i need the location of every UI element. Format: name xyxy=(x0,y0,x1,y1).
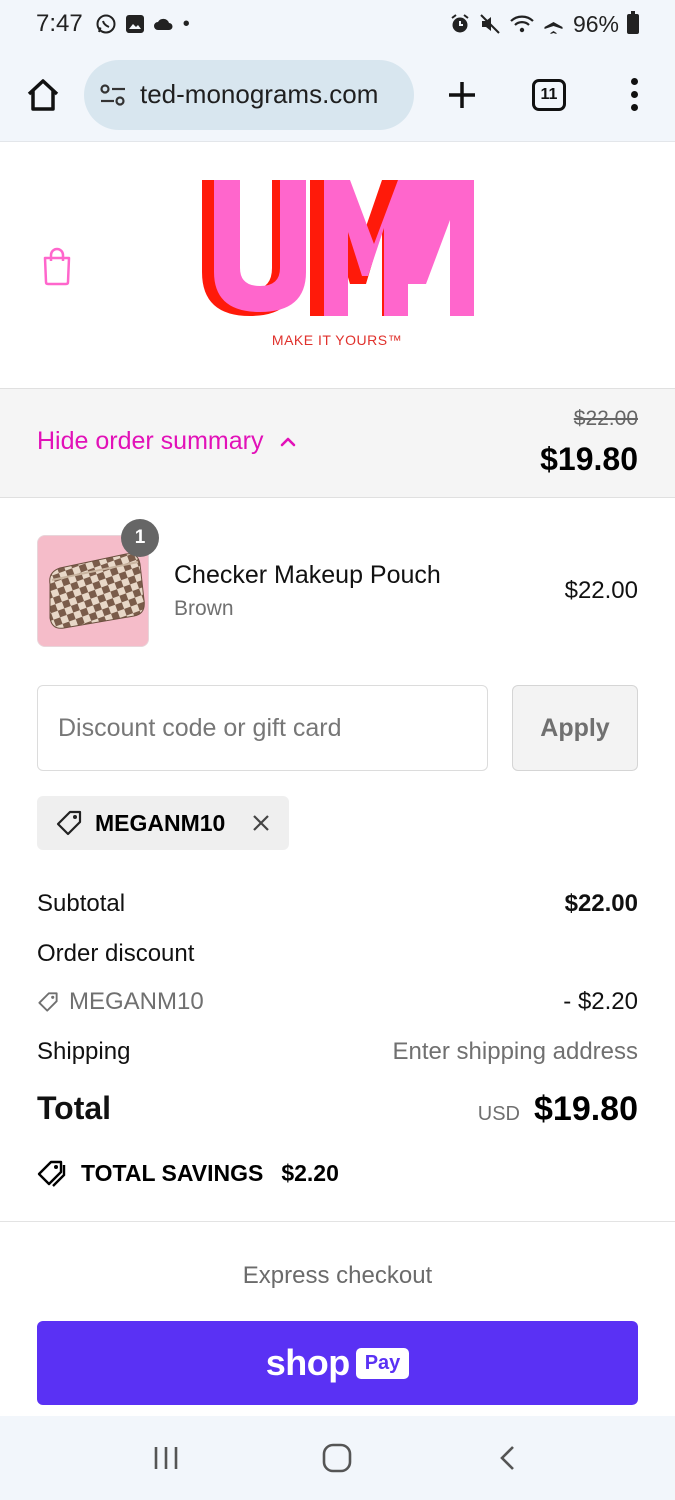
back-button[interactable] xyxy=(489,1438,529,1478)
shop-pay-button[interactable]: shop Pay xyxy=(37,1321,638,1405)
shipping-value: Enter shipping address xyxy=(392,1038,638,1065)
savings-tag-icon xyxy=(37,1160,66,1187)
tag-icon xyxy=(56,810,82,836)
shipping-row: Shipping Enter shipping address xyxy=(37,1038,638,1066)
airplane-icon xyxy=(544,14,563,34)
summary-total: $19.80 xyxy=(540,441,638,477)
close-icon[interactable] xyxy=(251,813,271,833)
plus-icon xyxy=(449,81,475,108)
home-nav-button[interactable] xyxy=(317,1438,357,1478)
total-value: $19.80 xyxy=(534,1090,638,1128)
subtotal-value: $22.00 xyxy=(564,890,638,917)
shop-pay-wordmark: shop xyxy=(265,1342,351,1383)
product-price: $22.00 xyxy=(564,577,638,604)
total-savings: TOTAL SAVINGS $2.20 xyxy=(37,1158,339,1188)
back-icon xyxy=(500,1446,515,1470)
wifi-icon xyxy=(510,15,534,33)
tag-icon xyxy=(38,992,58,1012)
store-header: MAKE IT YOURS™ xyxy=(0,142,675,388)
home-icon xyxy=(27,78,59,111)
applied-code-text: MEGANM10 xyxy=(95,809,226,836)
tab-count: 11 xyxy=(540,85,558,103)
system-nav-bar xyxy=(0,1416,675,1500)
divider xyxy=(0,1221,675,1222)
line-item: 1 Checker Makeup Pouch Brown $22.00 xyxy=(37,519,638,647)
battery-icon xyxy=(627,11,639,34)
total-label: Total xyxy=(37,1090,112,1126)
product-name: Checker Makeup Pouch xyxy=(174,561,441,589)
express-checkout-label: Express checkout xyxy=(242,1262,433,1289)
whatsapp-icon xyxy=(96,14,116,34)
mute-icon xyxy=(480,14,500,34)
savings-value: $2.20 xyxy=(281,1159,339,1186)
more-icon[interactable] xyxy=(624,75,644,115)
recents-button[interactable] xyxy=(146,1438,186,1478)
battery-percent: 96% xyxy=(572,10,619,37)
dot-icon: • xyxy=(182,13,190,35)
chevron-up-icon xyxy=(281,437,296,446)
original-total: $22.00 xyxy=(573,407,638,430)
applied-discount-chip: MEGANM10 xyxy=(37,796,290,850)
recents-icon xyxy=(154,1447,178,1469)
tabs-icon[interactable]: 11 xyxy=(532,78,566,111)
home-button[interactable] xyxy=(22,74,64,116)
alarm-icon xyxy=(451,14,469,33)
shipping-label: Shipping xyxy=(37,1038,131,1065)
subtotal-row: Subtotal $22.00 xyxy=(37,890,638,918)
status-time: 7:47 xyxy=(36,10,83,37)
total-amount-group: USD $19.80 xyxy=(478,1090,638,1129)
apply-button[interactable]: Apply xyxy=(512,685,638,771)
shop-pay-badge: Pay xyxy=(355,1347,410,1379)
new-tab-button[interactable] xyxy=(442,75,482,115)
product-variant: Brown xyxy=(174,597,234,620)
hide-order-summary-toggle[interactable]: Hide order summary xyxy=(37,427,297,456)
discount-code-label: MEGANM10 xyxy=(69,988,204,1015)
notification-icons: • xyxy=(95,13,190,35)
quantity-badge: 1 xyxy=(121,519,159,557)
browser-toolbar: ted-monograms.com 11 xyxy=(0,48,675,142)
url-text: ted-monograms.com xyxy=(140,79,379,109)
summary-toggle-label: Hide order summary xyxy=(37,427,264,455)
logo-tagline: MAKE IT YOURS™ xyxy=(271,332,403,348)
order-discount-label: Order discount xyxy=(37,940,195,967)
total-row: Total USD $19.80 xyxy=(37,1090,638,1134)
address-bar[interactable]: ted-monograms.com xyxy=(84,59,414,130)
cloud-icon xyxy=(153,18,173,30)
discount-code-row: MEGANM10 - $2.20 xyxy=(37,988,638,1016)
currency-code: USD xyxy=(477,1103,520,1125)
order-summary-bar[interactable]: Hide order summary $22.00 $19.80 xyxy=(0,388,675,498)
store-logo[interactable] xyxy=(198,180,476,350)
discount-value: - $2.20 xyxy=(563,988,638,1015)
gallery-icon xyxy=(125,15,144,33)
tune-icon[interactable] xyxy=(98,80,128,110)
discount-code-input[interactable] xyxy=(37,685,488,771)
home-circle-icon xyxy=(323,1443,352,1473)
bag-icon[interactable] xyxy=(40,246,74,286)
subtotal-label: Subtotal xyxy=(37,890,126,917)
order-discount-row: Order discount xyxy=(37,940,638,968)
savings-label: TOTAL SAVINGS xyxy=(81,1159,264,1186)
system-icons: 96% xyxy=(449,11,639,38)
status-bar: 7:47 • 96% xyxy=(0,0,675,48)
